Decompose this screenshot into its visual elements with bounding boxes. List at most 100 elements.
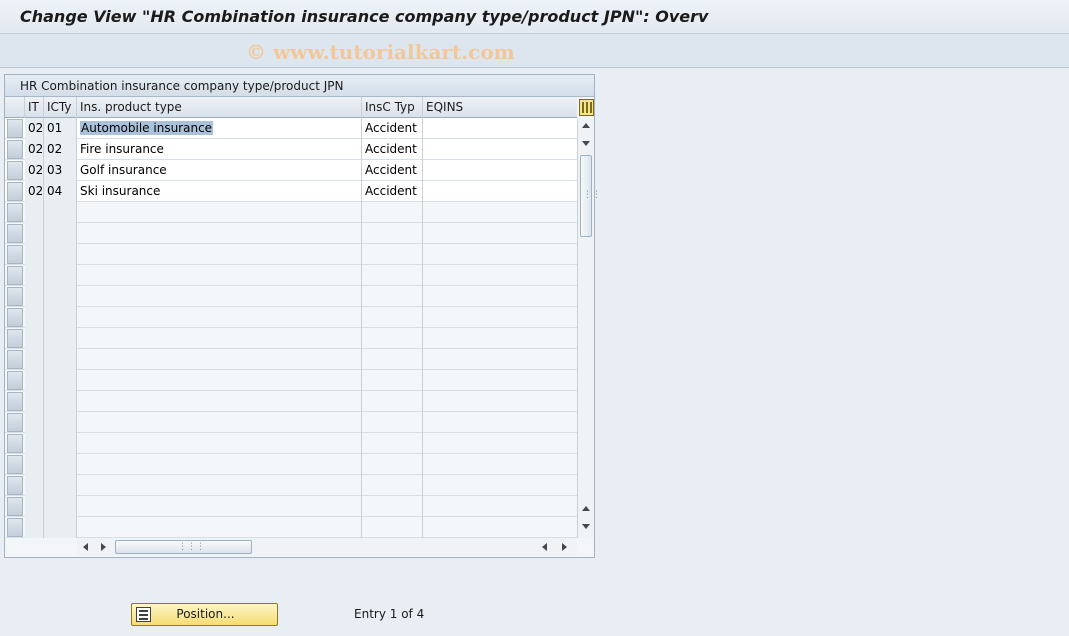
column-header-it[interactable]: IT	[25, 97, 44, 118]
cell-product-type[interactable]: Ski insurance	[77, 181, 362, 202]
cell-it[interactable]	[25, 307, 44, 328]
cell-eqins[interactable]	[423, 412, 577, 433]
empty-table-row[interactable]	[5, 328, 577, 349]
row-selector[interactable]	[7, 518, 23, 537]
cell-eqins[interactable]	[423, 223, 577, 244]
cell-it[interactable]	[25, 286, 44, 307]
cell-icty[interactable]	[44, 349, 77, 370]
row-selector[interactable]	[7, 266, 23, 285]
cell-it[interactable]	[25, 433, 44, 454]
cell-product-type[interactable]	[77, 391, 362, 412]
column-header-product-type[interactable]: Ins. product type	[77, 97, 362, 118]
cell-insc-typ[interactable]	[362, 391, 423, 412]
cell-it[interactable]: 02	[25, 160, 44, 181]
cell-insc-typ[interactable]	[362, 517, 423, 538]
cell-insc-typ[interactable]	[362, 286, 423, 307]
cell-insc-typ[interactable]	[362, 307, 423, 328]
row-selector[interactable]	[7, 392, 23, 411]
cell-it[interactable]	[25, 370, 44, 391]
empty-table-row[interactable]	[5, 202, 577, 223]
cell-icty[interactable]	[44, 223, 77, 244]
cell-it[interactable]: 02	[25, 181, 44, 202]
cell-it[interactable]	[25, 265, 44, 286]
row-selector[interactable]	[7, 329, 23, 348]
cell-it[interactable]	[25, 202, 44, 223]
cell-icty[interactable]: 02	[44, 139, 77, 160]
cell-insc-typ[interactable]	[362, 265, 423, 286]
empty-table-row[interactable]	[5, 391, 577, 412]
cell-it[interactable]	[25, 391, 44, 412]
cell-icty[interactable]	[44, 286, 77, 307]
cell-product-type[interactable]	[77, 265, 362, 286]
cell-insc-typ[interactable]	[362, 349, 423, 370]
cell-eqins[interactable]	[423, 307, 577, 328]
cell-it[interactable]	[25, 517, 44, 538]
cell-product-type[interactable]	[77, 244, 362, 265]
row-selector[interactable]	[7, 371, 23, 390]
row-selector[interactable]	[7, 245, 23, 264]
row-selector[interactable]	[7, 350, 23, 369]
cell-icty[interactable]	[44, 454, 77, 475]
column-header-icty[interactable]: ICTy	[44, 97, 77, 118]
row-selector[interactable]	[7, 224, 23, 243]
row-selector[interactable]	[7, 182, 23, 201]
row-selector[interactable]	[7, 308, 23, 327]
cell-it[interactable]: 02	[25, 118, 44, 139]
table-row[interactable]: 02 04 Ski insurance Accident	[5, 181, 577, 202]
cell-it[interactable]	[25, 454, 44, 475]
select-all-header[interactable]	[5, 97, 25, 118]
cell-icty[interactable]	[44, 328, 77, 349]
cell-eqins[interactable]	[423, 349, 577, 370]
cell-it[interactable]	[25, 223, 44, 244]
column-header-eqins[interactable]: EQINS	[423, 97, 577, 118]
cell-icty[interactable]: 01	[44, 118, 77, 139]
cell-insc-typ[interactable]	[362, 328, 423, 349]
column-header-insc-typ[interactable]: InsC Typ	[362, 97, 423, 118]
cell-it[interactable]	[25, 496, 44, 517]
cell-eqins[interactable]	[423, 244, 577, 265]
scroll-left-end-icon[interactable]	[542, 543, 547, 551]
cell-insc-typ[interactable]	[362, 433, 423, 454]
cell-icty[interactable]	[44, 475, 77, 496]
table-row[interactable]: 02 03 Golf insurance Accident	[5, 160, 577, 181]
cell-icty[interactable]: 04	[44, 181, 77, 202]
cell-icty[interactable]	[44, 433, 77, 454]
row-selector[interactable]	[7, 476, 23, 495]
cell-product-type[interactable]	[77, 286, 362, 307]
row-selector[interactable]	[7, 434, 23, 453]
empty-table-row[interactable]	[5, 517, 577, 538]
cell-product-type[interactable]: Fire insurance	[77, 139, 362, 160]
position-button[interactable]: Position...	[131, 603, 278, 626]
empty-table-row[interactable]	[5, 349, 577, 370]
cell-product-type[interactable]	[77, 496, 362, 517]
cell-insc-typ[interactable]	[362, 412, 423, 433]
cell-icty[interactable]	[44, 370, 77, 391]
cell-product-type[interactable]	[77, 433, 362, 454]
cell-eqins[interactable]	[423, 160, 577, 181]
cell-eqins[interactable]	[423, 181, 577, 202]
cell-it[interactable]	[25, 328, 44, 349]
cell-eqins[interactable]	[423, 328, 577, 349]
row-selector[interactable]	[7, 413, 23, 432]
cell-product-type[interactable]: Automobile insurance	[77, 118, 362, 139]
cell-product-type[interactable]	[77, 307, 362, 328]
cell-it[interactable]: 02	[25, 139, 44, 160]
scroll-right-end-icon[interactable]	[562, 543, 567, 551]
cell-it[interactable]	[25, 349, 44, 370]
cell-product-type[interactable]	[77, 475, 362, 496]
cell-eqins[interactable]	[423, 202, 577, 223]
scroll-up-icon[interactable]	[582, 123, 590, 128]
table-row[interactable]: 02 02 Fire insurance Accident	[5, 139, 577, 160]
cell-icty[interactable]	[44, 412, 77, 433]
cell-product-type[interactable]: Golf insurance	[77, 160, 362, 181]
cell-insc-typ[interactable]: Accident	[362, 118, 423, 139]
cell-insc-typ[interactable]	[362, 370, 423, 391]
cell-product-type[interactable]	[77, 349, 362, 370]
cell-product-type[interactable]	[77, 454, 362, 475]
empty-table-row[interactable]	[5, 496, 577, 517]
scroll-left-icon[interactable]	[83, 543, 88, 551]
cell-insc-typ[interactable]	[362, 475, 423, 496]
cell-eqins[interactable]	[423, 433, 577, 454]
cell-eqins[interactable]	[423, 118, 577, 139]
cell-insc-typ[interactable]: Accident	[362, 181, 423, 202]
